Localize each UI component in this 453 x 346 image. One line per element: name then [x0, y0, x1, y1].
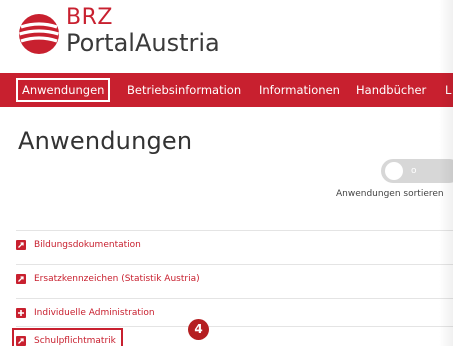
logo-portal-text: PortalAustria [66, 29, 220, 57]
brz-logo-wordmark[interactable]: BRZ PortalAustria [66, 6, 220, 57]
step-number-badge: 4 [188, 319, 209, 340]
app-label[interactable]: Individuelle Administration [34, 306, 155, 320]
sort-label: Anwendungen sortieren [336, 189, 444, 199]
browser-viewport: BRZ PortalAustria Anwendungen Betriebsin… [0, 0, 453, 346]
app-item-individuelle-administration[interactable]: Individuelle Administration [16, 298, 453, 328]
sort-toggle[interactable]: o [381, 159, 453, 183]
app-label[interactable]: Ersatzkennzeichen (Statistik Austria) [34, 272, 200, 286]
brz-logo-icon [19, 14, 59, 54]
toggle-text: o [411, 166, 417, 176]
toggle-knob [385, 162, 403, 180]
page-title: Anwendungen [18, 127, 193, 155]
app-item-bildungsdokumentation[interactable]: Bildungsdokumentation [16, 230, 453, 260]
main-navigation: Anwendungen Betriebsinformation Informat… [0, 73, 453, 107]
plus-icon [16, 308, 26, 318]
app-label[interactable]: Bildungsdokumentation [34, 238, 141, 252]
external-link-icon [16, 336, 26, 346]
nav-tab-anwendungen[interactable]: Anwendungen [16, 78, 111, 102]
logo-brz-text: BRZ [66, 5, 113, 30]
app-item-ersatzkennzeichen[interactable]: Ersatzkennzeichen (Statistik Austria) [16, 264, 453, 294]
nav-tab-handbuecher[interactable]: Handbücher [356, 73, 426, 107]
app-item-schulpflichtmatrik[interactable]: Schulpflichtmatrik [12, 326, 453, 346]
external-link-icon [16, 240, 26, 250]
external-link-icon [16, 274, 26, 284]
nav-tab-betriebsinformation[interactable]: Betriebsinformation [127, 73, 241, 107]
nav-tab-truncated[interactable]: L [445, 73, 451, 107]
nav-tab-informationen[interactable]: Informationen [259, 73, 340, 107]
site-header: BRZ PortalAustria [0, 0, 453, 68]
app-label[interactable]: Schulpflichtmatrik [34, 334, 116, 346]
